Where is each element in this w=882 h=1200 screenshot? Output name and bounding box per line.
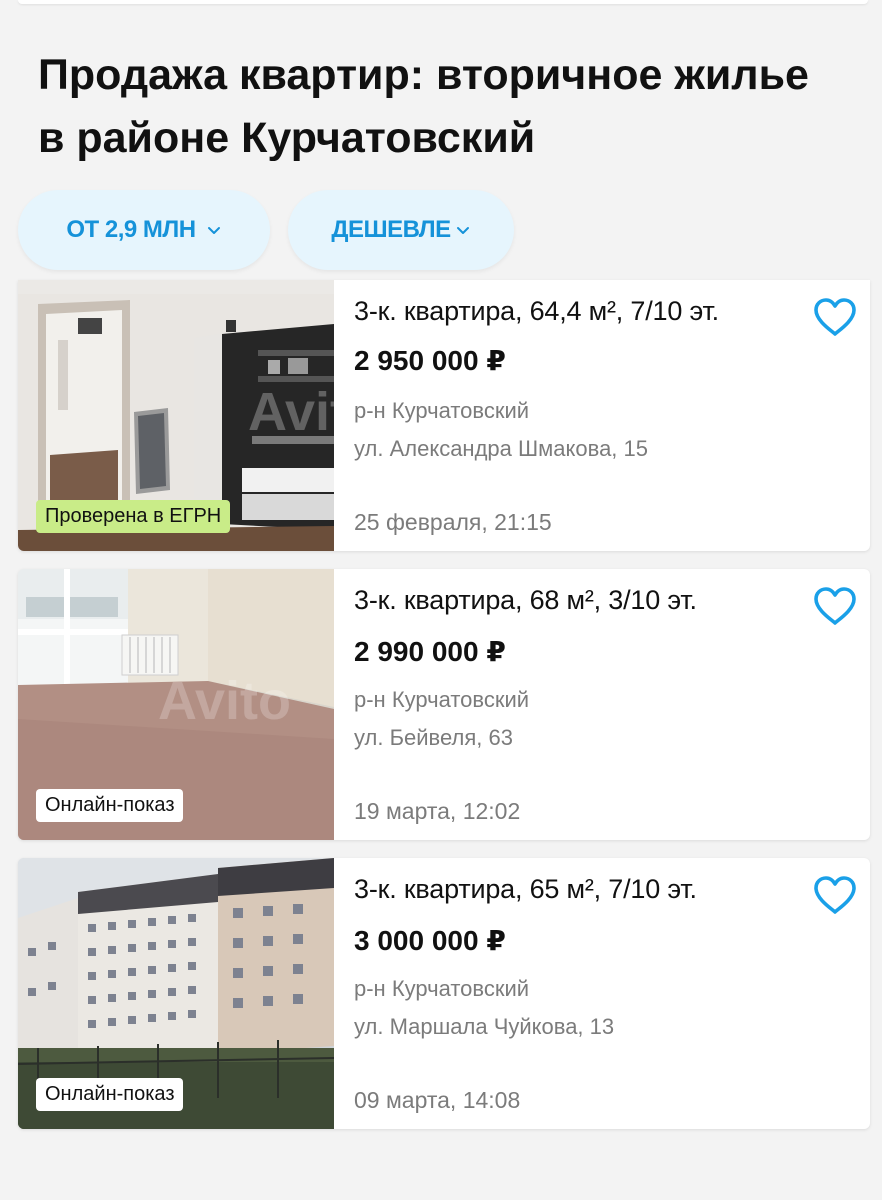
chevron-down-icon [456,227,469,234]
listing-price: 2 990 000 ₽ [354,636,506,667]
listing-date: 09 марта, 14:08 [354,1087,521,1113]
chevron-down-icon [207,227,220,234]
listing-date: 25 февраля, 21:15 [354,509,552,535]
listing-title[interactable]: 3-к. квартира, 64,4 м², 7/10 эт. [354,296,719,327]
listing-card[interactable]: Avito Проверена в ЕГРН 3-к. квартира, 64… [18,280,870,551]
listing-card[interactable]: Онлайн-показ 3-к. квартира, 65 м², 7/10 … [18,858,870,1129]
heart-outline-icon [814,876,856,914]
price-filter-label: ОТ 2,9 МЛН [66,216,196,243]
listing-address: ул. Александра Шмакова, 15 [354,436,649,461]
listing-title[interactable]: 3-к. квартира, 65 м², 7/10 эт. [354,874,697,905]
listing-photo[interactable]: Онлайн-показ [18,858,334,1129]
price-filter-chip[interactable]: ОТ 2,9 МЛН [18,190,270,270]
listing-address: ул. Бейвеля, 63 [354,725,513,750]
listing-date: 19 марта, 12:02 [354,798,521,824]
listing-info: 3-к. квартира, 68 м², 3/10 эт. 2 990 000… [354,569,870,840]
favorite-button[interactable] [812,874,858,916]
listing-district: р-н Курчатовский [354,398,530,423]
previous-card-edge [18,0,868,4]
listing-district: р-н Курчатовский [354,687,530,712]
listing-price: 3 000 000 ₽ [354,925,506,956]
listing-price: 2 950 000 ₽ [354,345,506,376]
listing-district: р-н Курчатовский [354,976,530,1001]
listing-photo[interactable]: Avito Онлайн-показ [18,569,334,840]
favorite-button[interactable] [812,296,858,338]
online-showing-badge: Онлайн-показ [36,789,184,822]
sort-label: ДЕШЕВЛЕ [331,216,451,243]
listing-info: 3-к. квартира, 65 м², 7/10 эт. 3 000 000… [354,858,870,1129]
listing-title[interactable]: 3-к. квартира, 68 м², 3/10 эт. [354,585,697,616]
photo-watermark: Avito [248,382,334,442]
photo-watermark: Avito [158,671,291,731]
heart-outline-icon [814,298,856,336]
heart-outline-icon [814,587,856,625]
listing-address: ул. Маршала Чуйкова, 13 [354,1014,615,1039]
sort-chip[interactable]: ДЕШЕВЛЕ [288,190,514,270]
online-showing-badge: Онлайн-показ [36,1078,184,1111]
listing-card[interactable]: Avito Онлайн-показ 3-к. квартира, 68 м²,… [18,569,870,840]
listing-photo[interactable]: Avito Проверена в ЕГРН [18,280,334,551]
verified-egrn-badge: Проверена в ЕГРН [36,500,231,533]
favorite-button[interactable] [812,585,858,627]
page-title: Продажа квартир: вторичное жилье в район… [38,51,809,162]
listing-info: 3-к. квартира, 64,4 м², 7/10 эт. 2 950 0… [354,280,870,551]
